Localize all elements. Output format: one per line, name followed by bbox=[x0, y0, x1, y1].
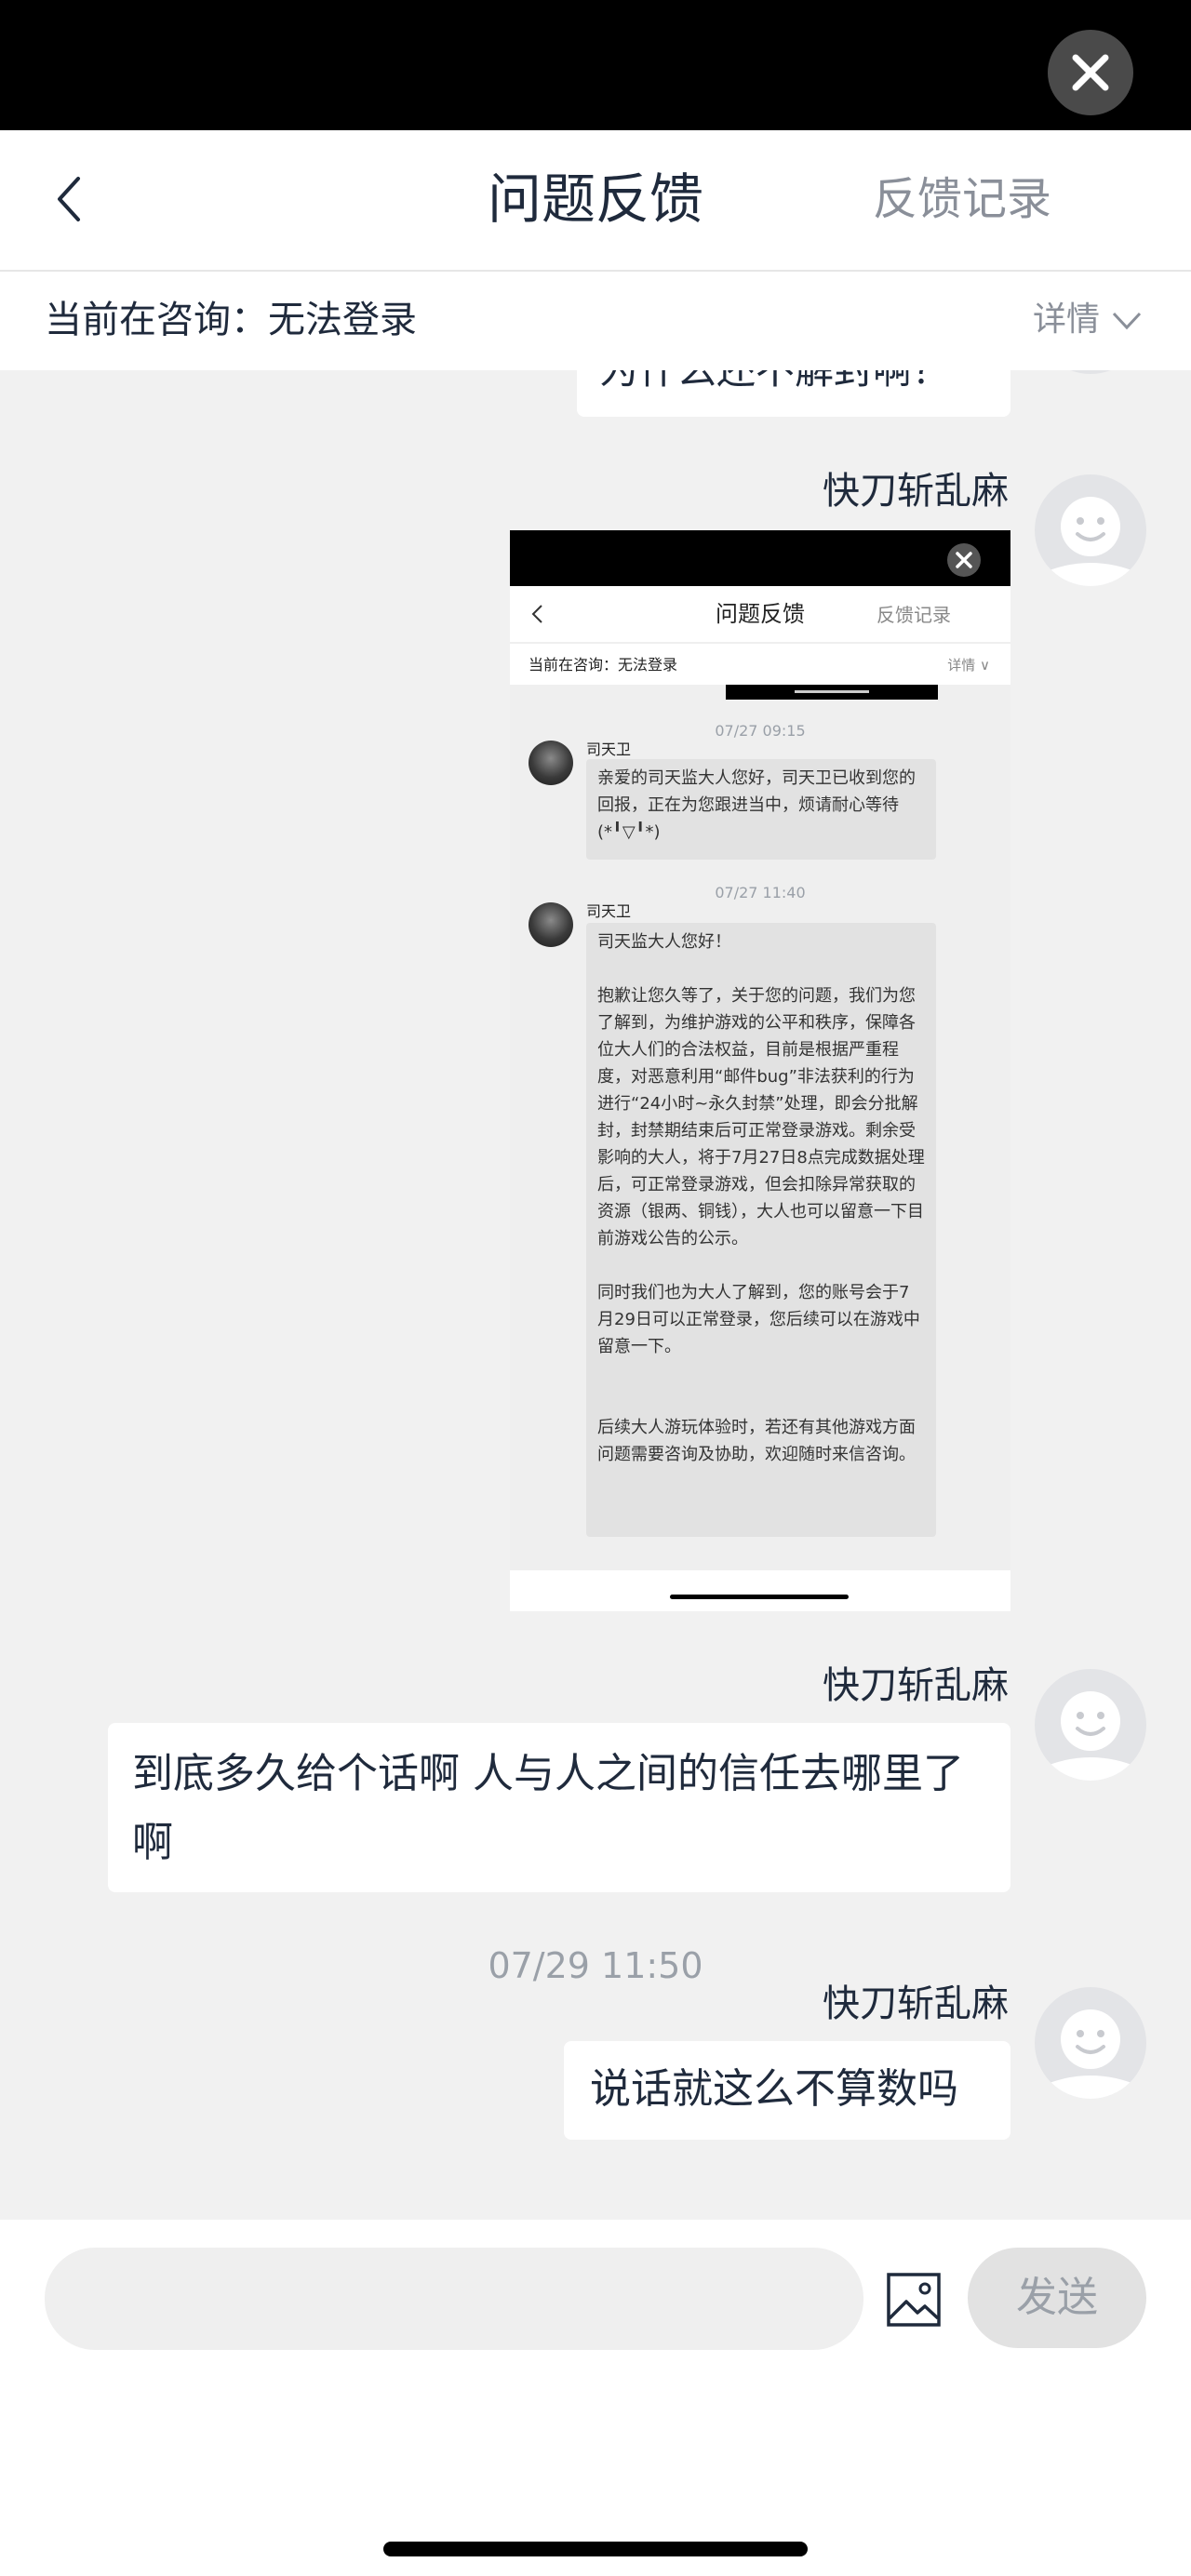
screenshot-message-bubble: 亲爱的司天监大人您好，司天卫已收到您的回报，正在为您跟进当中，烦请耐心等待(*╹… bbox=[586, 759, 936, 860]
close-button[interactable] bbox=[1048, 30, 1133, 115]
close-icon bbox=[1072, 54, 1109, 91]
screenshot-timestamp: 07/27 09:15 bbox=[715, 722, 806, 740]
chevron-down-icon bbox=[1112, 312, 1142, 330]
screenshot-sender-name: 司天卫 bbox=[586, 902, 632, 920]
screenshot-nav: 问题反馈 反馈记录 bbox=[510, 586, 1010, 642]
home-indicator bbox=[383, 2542, 808, 2556]
screenshot-sender-name: 司天卫 bbox=[586, 741, 632, 758]
status-bar bbox=[0, 0, 1191, 130]
avatar bbox=[1035, 474, 1146, 586]
avatar bbox=[529, 902, 573, 947]
nav-header: 问题反馈 反馈记录 bbox=[0, 130, 1191, 272]
consult-bar: 当前在咨询：无法登录 详情 bbox=[0, 272, 1191, 370]
screenshot-home-strip bbox=[726, 685, 938, 700]
screenshot-detail-text: 详情 bbox=[947, 657, 976, 674]
avatar bbox=[1035, 1669, 1146, 1781]
screenshot-consult-bar: 当前在咨询：无法登录 详情 ∨ bbox=[510, 644, 1010, 685]
screenshot-message-bubble: 司天监大人您好！ 抱歉让您久等了，关于您的问题，我们为您了解到，为维护游戏的公平… bbox=[586, 923, 936, 1537]
screenshot-bottom-bar bbox=[510, 1570, 1010, 1611]
sender-name: 快刀斩乱麻 bbox=[823, 1664, 1009, 1707]
timestamp: 07/29 11:50 bbox=[488, 1945, 703, 1986]
screenshot-detail-label: 详情 ∨ bbox=[947, 657, 990, 674]
close-icon bbox=[947, 543, 981, 577]
screenshot-record-label: 反馈记录 bbox=[877, 604, 951, 626]
message-text: 说话就这么不算数吗 bbox=[590, 2065, 958, 2113]
chat-area[interactable]: 为什么还不解封啊？ 快刀斩乱麻 问题反馈 反馈记录 当前在咨询：无法登录 详情 … bbox=[0, 370, 1191, 2220]
avatar bbox=[1035, 1987, 1146, 2099]
smiley-avatar-icon bbox=[1042, 2009, 1139, 2099]
input-bar: 发送 bbox=[0, 2220, 1191, 2576]
smiley-avatar-icon bbox=[1042, 497, 1139, 586]
message-bubble-partial: 为什么还不解封啊？ bbox=[577, 370, 1010, 417]
send-button[interactable]: 发送 bbox=[968, 2248, 1146, 2348]
detail-label: 详情 bbox=[1032, 300, 1100, 339]
message-text: 为什么还不解封啊？ bbox=[599, 370, 951, 396]
consult-topic: 当前在咨询：无法登录 bbox=[45, 299, 417, 341]
screenshot-status-bar bbox=[510, 530, 1010, 586]
image-upload-button[interactable] bbox=[886, 2272, 942, 2328]
smiley-avatar-icon bbox=[1042, 1691, 1139, 1781]
image-icon bbox=[887, 2273, 941, 2327]
sender-name: 快刀斩乱麻 bbox=[823, 470, 1009, 513]
avatar bbox=[1035, 370, 1146, 374]
message-bubble[interactable]: 到底多久给个话啊 人与人之间的信任去哪里了啊 bbox=[108, 1723, 1010, 1892]
detail-toggle[interactable]: 详情 bbox=[1033, 296, 1143, 344]
screenshot-timestamp: 07/27 11:40 bbox=[715, 884, 806, 901]
avatar bbox=[529, 741, 573, 785]
message-bubble[interactable]: 说话就这么不算数吗 bbox=[564, 2041, 1010, 2140]
screenshot-consult-label: 当前在咨询：无法登录 bbox=[529, 656, 678, 674]
sender-name: 快刀斩乱麻 bbox=[823, 1982, 1009, 2025]
feedback-record-link[interactable]: 反馈记录 bbox=[873, 171, 1051, 227]
message-input[interactable] bbox=[45, 2248, 863, 2350]
image-message[interactable]: 问题反馈 反馈记录 当前在咨询：无法登录 详情 ∨ 07/27 09:15 司天… bbox=[510, 530, 1010, 1611]
message-text: 到底多久给个话啊 人与人之间的信任去哪里了啊 bbox=[132, 1750, 964, 1866]
